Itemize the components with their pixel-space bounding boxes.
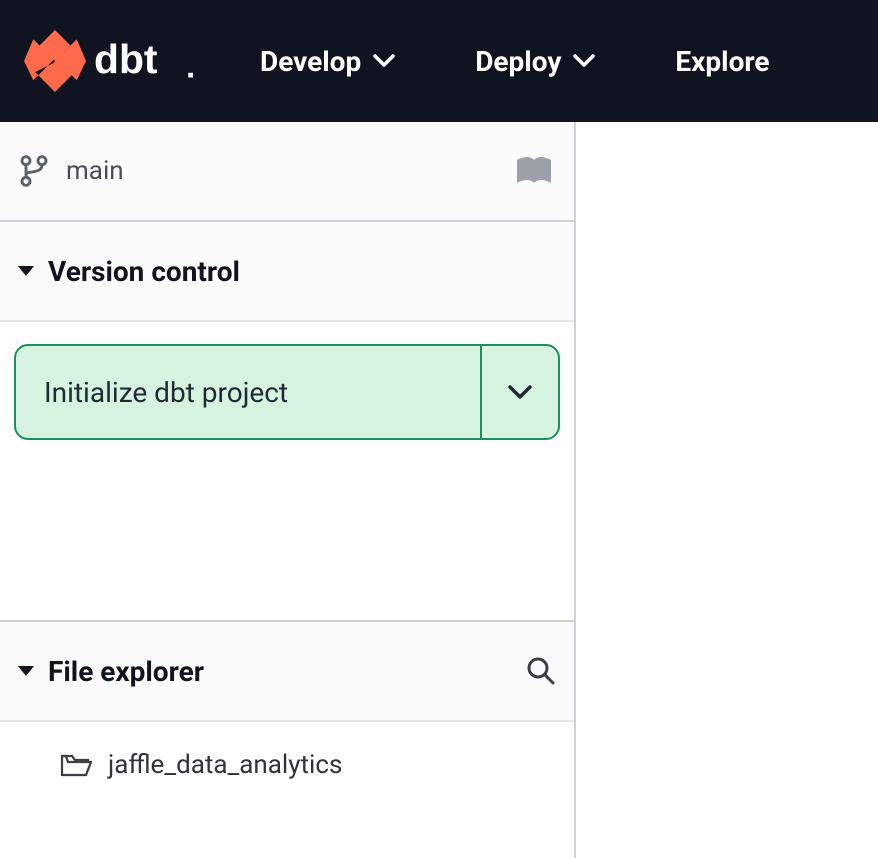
sidebar: main Version control Initialize dbt proj… xyxy=(0,122,576,858)
chevron-down-icon xyxy=(573,54,595,68)
root-folder-name: jaffle_data_analytics xyxy=(108,750,342,780)
editor-area xyxy=(576,122,878,858)
app-header: dbt Develop Deploy Explore xyxy=(0,0,878,122)
caret-down-icon xyxy=(18,666,34,676)
chevron-down-icon xyxy=(507,384,533,400)
branch-indicator[interactable]: main xyxy=(20,155,124,187)
caret-down-icon xyxy=(18,266,34,276)
nav-explore-label: Explore xyxy=(675,45,769,78)
nav-develop[interactable]: Develop xyxy=(260,45,395,78)
docs-icon[interactable] xyxy=(514,156,554,186)
dbt-wordmark: dbt xyxy=(94,37,204,85)
file-explorer-title: File explorer xyxy=(48,655,204,688)
initialize-project-dropdown[interactable] xyxy=(480,346,558,438)
branch-name: main xyxy=(66,156,124,186)
svg-text:dbt: dbt xyxy=(94,37,158,82)
git-branch-icon xyxy=(20,155,48,187)
search-icon[interactable] xyxy=(526,656,556,686)
initialize-project-button-group: Initialize dbt project xyxy=(14,344,560,440)
version-control-title: Version control xyxy=(48,255,240,288)
version-control-body: Initialize dbt project xyxy=(0,322,574,622)
file-explorer-header[interactable]: File explorer xyxy=(0,622,574,722)
nav-develop-label: Develop xyxy=(260,45,361,78)
main-nav: Develop Deploy Explore xyxy=(260,45,770,78)
main-area: main Version control Initialize dbt proj… xyxy=(0,122,878,858)
nav-explore[interactable]: Explore xyxy=(675,45,769,78)
brand-logo[interactable]: dbt xyxy=(24,30,204,92)
initialize-project-button[interactable]: Initialize dbt project xyxy=(16,346,480,438)
nav-deploy-label: Deploy xyxy=(475,45,561,78)
initialize-project-label: Initialize dbt project xyxy=(44,376,288,409)
branch-row: main xyxy=(0,122,574,222)
version-control-header[interactable]: Version control xyxy=(0,222,574,322)
dbt-logo-icon xyxy=(24,30,86,92)
folder-open-icon xyxy=(60,752,92,778)
file-explorer-root-folder[interactable]: jaffle_data_analytics xyxy=(0,722,574,808)
chevron-down-icon xyxy=(373,54,395,68)
nav-deploy[interactable]: Deploy xyxy=(475,45,595,78)
